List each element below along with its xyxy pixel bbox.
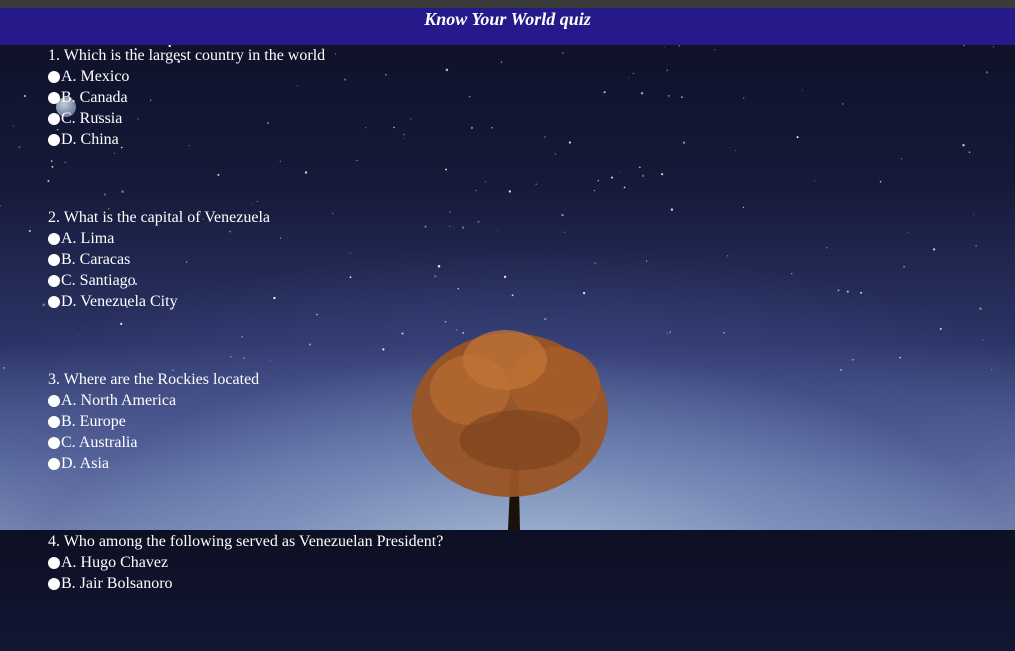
star bbox=[991, 368, 993, 371]
option-2a[interactable]: A. Lima bbox=[48, 228, 948, 249]
star bbox=[975, 245, 977, 247]
option-2d[interactable]: D. Venezuela City bbox=[48, 291, 948, 312]
radio-button[interactable] bbox=[48, 133, 60, 146]
option-label: A. Mexico bbox=[61, 68, 130, 85]
option-3c[interactable]: C. Australia bbox=[48, 432, 948, 453]
option-label: B. Jair Bolsanoro bbox=[61, 575, 173, 592]
star bbox=[2, 366, 5, 369]
star bbox=[23, 94, 26, 98]
option-label: C. Australia bbox=[61, 434, 138, 451]
star bbox=[0, 204, 1, 207]
radio-button[interactable] bbox=[48, 457, 60, 470]
option-1c[interactable]: C. Russia bbox=[48, 108, 948, 129]
radio-button[interactable] bbox=[48, 394, 60, 407]
option-label: D. Asia bbox=[61, 455, 109, 472]
radio-button[interactable] bbox=[48, 274, 60, 287]
radio-button[interactable] bbox=[48, 91, 60, 104]
radio-button[interactable] bbox=[48, 70, 60, 83]
radio-button[interactable] bbox=[48, 577, 60, 590]
option-3d[interactable]: D. Asia bbox=[48, 453, 948, 474]
option-label: C. Santiago bbox=[61, 272, 136, 289]
option-label: C. Russia bbox=[61, 110, 123, 127]
option-2b[interactable]: B. Caracas bbox=[48, 249, 948, 270]
radio-button[interactable] bbox=[48, 415, 60, 428]
star bbox=[979, 307, 982, 310]
star bbox=[963, 45, 965, 47]
star bbox=[968, 151, 971, 153]
option-label: A. Lima bbox=[61, 230, 115, 247]
radio-button[interactable] bbox=[48, 436, 60, 449]
star bbox=[982, 339, 984, 341]
star bbox=[993, 46, 995, 48]
browser-top-strip bbox=[0, 0, 1015, 8]
question-text: 3. Where are the Rockies located bbox=[48, 371, 260, 388]
option-1d[interactable]: D. China bbox=[48, 129, 948, 150]
option-3a[interactable]: A. North America bbox=[48, 390, 948, 411]
star bbox=[962, 144, 965, 147]
radio-button[interactable] bbox=[48, 295, 60, 308]
option-1b[interactable]: B. Canada bbox=[48, 87, 948, 108]
question-1: 1. Which is the largest country in the w… bbox=[48, 45, 948, 150]
option-label: D. Venezuela City bbox=[61, 293, 178, 310]
quiz-form: 1. Which is the largest country in the w… bbox=[48, 45, 948, 651]
star bbox=[42, 303, 46, 307]
option-label: D. China bbox=[61, 131, 119, 148]
option-label: A. North America bbox=[61, 392, 177, 409]
radio-button[interactable] bbox=[48, 112, 60, 125]
question-4: 4. Who among the following served as Ven… bbox=[48, 531, 948, 594]
option-label: B. Europe bbox=[61, 413, 126, 430]
star bbox=[28, 229, 31, 233]
quiz-header: Know Your World quiz bbox=[0, 8, 1015, 45]
star bbox=[18, 146, 21, 149]
option-4a[interactable]: A. Hugo Chavez bbox=[48, 552, 948, 573]
star bbox=[13, 125, 15, 127]
option-3b[interactable]: B. Europe bbox=[48, 411, 948, 432]
star bbox=[985, 71, 989, 74]
radio-button[interactable] bbox=[48, 253, 60, 266]
option-label: A. Hugo Chavez bbox=[61, 554, 169, 571]
page-title: Know Your World quiz bbox=[424, 9, 591, 29]
option-2c[interactable]: C. Santiago bbox=[48, 270, 948, 291]
option-label: B. Canada bbox=[61, 89, 128, 106]
star bbox=[973, 214, 975, 216]
option-4b[interactable]: B. Jair Bolsanoro bbox=[48, 573, 948, 594]
question-text: 1. Which is the largest country in the w… bbox=[48, 47, 326, 64]
question-text: 2. What is the capital of Venezuela bbox=[48, 209, 270, 226]
radio-button[interactable] bbox=[48, 232, 60, 245]
radio-button[interactable] bbox=[48, 556, 60, 569]
question-3: 3. Where are the Rockies located A. Nort… bbox=[48, 369, 948, 474]
option-label: B. Caracas bbox=[61, 251, 131, 268]
question-text: 4. Who among the following served as Ven… bbox=[48, 533, 444, 550]
option-1a[interactable]: A. Mexico bbox=[48, 66, 948, 87]
question-2: 2. What is the capital of Venezuela A. L… bbox=[48, 207, 948, 312]
